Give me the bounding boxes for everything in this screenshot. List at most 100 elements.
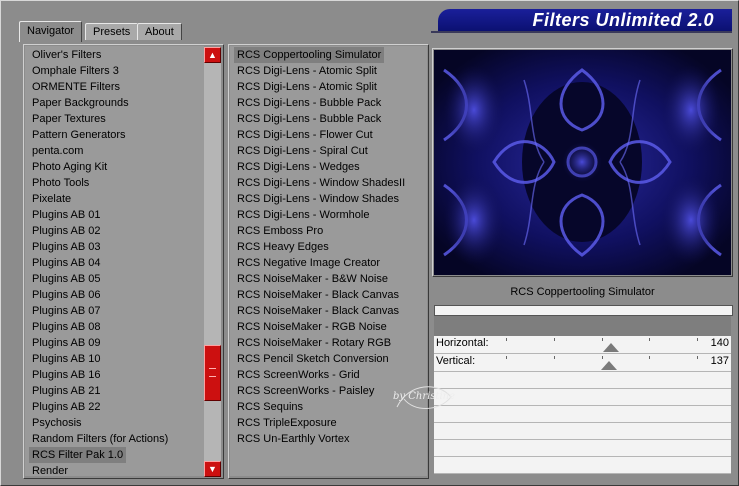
filter-list-item[interactable]: RCS Digi-Lens - Bubble Pack	[234, 95, 384, 111]
tab-presets[interactable]: Presets	[85, 23, 139, 40]
category-list[interactable]: Oliver's Filters Omphale Filters 3 ORMENTE…	[25, 46, 204, 476]
category-list-item[interactable]: Plugins AB 08	[29, 319, 104, 335]
filter-list-item[interactable]: RCS Digi-Lens - Atomic Split	[234, 63, 380, 79]
filter-list-item[interactable]: RCS Digi-Lens - Atomic Split	[234, 79, 380, 95]
scroll-up-button[interactable]: ▲	[204, 47, 221, 63]
category-list-item[interactable]: Plugins AB 06	[29, 287, 104, 303]
filter-list-item[interactable]: RCS Emboss Pro	[234, 223, 326, 239]
slider-track[interactable]	[506, 336, 698, 353]
slider-tick	[601, 356, 603, 359]
category-list-item[interactable]: Pixelate	[29, 191, 74, 207]
filters-unlimited-window: Navigator Presets About Filters Unlimite…	[0, 0, 739, 486]
empty-control-row	[434, 423, 731, 440]
filter-list-item[interactable]: RCS Digi-Lens - Flower Cut	[234, 127, 376, 143]
watermark: by Christine	[389, 377, 459, 417]
category-list-item[interactable]: penta.com	[29, 143, 86, 159]
slider-tick	[697, 338, 698, 341]
app-title: Filters Unlimited 2.0	[532, 10, 714, 30]
filter-list-item[interactable]: RCS NoiseMaker - Black Canvas	[234, 303, 402, 319]
slider-tick	[553, 338, 555, 341]
filter-list-item[interactable]: RCS Sequins	[234, 399, 306, 415]
filter-list-item[interactable]: RCS Negative Image Creator	[234, 255, 383, 271]
tab-navigator[interactable]: Navigator	[19, 21, 83, 42]
scroll-down-button[interactable]: ▼	[204, 461, 221, 477]
category-list-item[interactable]: Plugins AB 21	[29, 383, 104, 399]
category-list-item[interactable]: Plugins AB 03	[29, 239, 104, 255]
filter-list-item[interactable]: RCS Pencil Sketch Conversion	[234, 351, 392, 367]
slider-tick	[697, 356, 698, 359]
category-list-item[interactable]: Plugins AB 04	[29, 255, 104, 271]
chevron-up-icon: ▲	[208, 50, 217, 60]
app-title-banner: Filters Unlimited 2.0	[438, 9, 732, 32]
category-list-item[interactable]: Psychosis	[29, 415, 85, 431]
filter-list-item[interactable]: RCS Digi-Lens - Window ShadesII	[234, 175, 408, 191]
empty-control-row	[434, 372, 731, 389]
preview-image	[434, 50, 731, 275]
category-list-item[interactable]: RCS Filter Pak 1.0	[29, 447, 127, 463]
selected-filter-name: RCS Coppertooling Simulator	[434, 281, 731, 303]
slider-value: 140	[710, 337, 729, 349]
filter-list-item[interactable]: RCS Coppertooling Simulator	[234, 47, 385, 63]
empty-control-row	[434, 389, 731, 406]
slider-tick	[506, 356, 507, 359]
grip-icon	[209, 368, 216, 377]
slider-horizontal[interactable]: Horizontal: 140	[434, 336, 731, 354]
category-list-item[interactable]: Photo Aging Kit	[29, 159, 110, 175]
category-list-item[interactable]: Paper Textures	[29, 111, 109, 127]
category-list-item[interactable]: Plugins AB 22	[29, 399, 104, 415]
empty-control-row	[434, 406, 731, 423]
title-underline	[431, 31, 732, 33]
category-list-item[interactable]: Plugins AB 09	[29, 335, 104, 351]
filter-list-item[interactable]: RCS ScreenWorks - Paisley	[234, 383, 377, 399]
slider-tick	[553, 356, 555, 359]
filter-list-item[interactable]: RCS NoiseMaker - Rotary RGB	[234, 335, 394, 351]
empty-control-row	[434, 440, 731, 457]
category-list-item[interactable]: Plugins AB 02	[29, 223, 104, 239]
slider-tick	[506, 338, 507, 341]
category-list-item[interactable]: Omphale Filters 3	[29, 63, 122, 79]
category-list-item[interactable]: Pattern Generators	[29, 127, 129, 143]
filter-list-item[interactable]: RCS Digi-Lens - Wedges	[234, 159, 363, 175]
filter-list-item[interactable]: RCS NoiseMaker - RGB Noise	[234, 319, 390, 335]
filter-list-item[interactable]: RCS TripleExposure	[234, 415, 340, 431]
category-list-item[interactable]: Plugins AB 01	[29, 207, 104, 223]
tab-about[interactable]: About	[137, 23, 182, 40]
slider-thumb[interactable]	[601, 361, 618, 370]
slider-tick	[601, 338, 603, 341]
category-list-item[interactable]: Plugins AB 16	[29, 367, 104, 383]
filter-list-item[interactable]: RCS NoiseMaker - B&W Noise	[234, 271, 391, 287]
info-box	[434, 305, 733, 316]
filter-list-item[interactable]: RCS Digi-Lens - Wormhole	[234, 207, 372, 223]
preview-pattern	[434, 50, 731, 275]
slider-vertical[interactable]: Vertical: 137	[434, 354, 731, 372]
category-list-item[interactable]: Plugins AB 07	[29, 303, 104, 319]
category-list-item[interactable]: Oliver's Filters	[29, 47, 104, 63]
slider-tick	[649, 338, 651, 341]
filter-list-item[interactable]: RCS Digi-Lens - Bubble Pack	[234, 111, 384, 127]
category-list-item[interactable]: Render	[29, 463, 71, 476]
category-list-item[interactable]: Plugins AB 05	[29, 271, 104, 287]
slider-value: 137	[710, 355, 729, 367]
slider-label: Horizontal:	[436, 337, 489, 349]
empty-control-row	[434, 457, 731, 474]
slider-track[interactable]	[506, 354, 698, 371]
slider-thumb[interactable]	[603, 343, 620, 352]
filter-list-item[interactable]: RCS Digi-Lens - Window Shades	[234, 191, 402, 207]
category-list-item[interactable]: Random Filters (for Actions)	[29, 431, 171, 447]
filter-list-item[interactable]: RCS Digi-Lens - Spiral Cut	[234, 143, 371, 159]
slider-tick	[649, 356, 651, 359]
filter-list-item[interactable]: RCS NoiseMaker - Black Canvas	[234, 287, 402, 303]
filter-list-item[interactable]: RCS Un-Earthly Vortex	[234, 431, 352, 447]
category-list-item[interactable]: Photo Tools	[29, 175, 92, 191]
category-list-item[interactable]: Paper Backgrounds	[29, 95, 132, 111]
category-scrollbar[interactable]: ▲ ▼	[204, 47, 221, 477]
controls-header	[434, 316, 731, 336]
chevron-down-icon: ▼	[208, 464, 217, 474]
filter-list-item[interactable]: RCS Heavy Edges	[234, 239, 332, 255]
slider-label: Vertical:	[436, 355, 476, 367]
watermark-text: by Christine	[393, 391, 456, 402]
scroll-thumb[interactable]	[204, 345, 221, 401]
filter-list-item[interactable]: RCS ScreenWorks - Grid	[234, 367, 363, 383]
category-list-item[interactable]: Plugins AB 10	[29, 351, 104, 367]
category-list-item[interactable]: ORMENTE Filters	[29, 79, 123, 95]
